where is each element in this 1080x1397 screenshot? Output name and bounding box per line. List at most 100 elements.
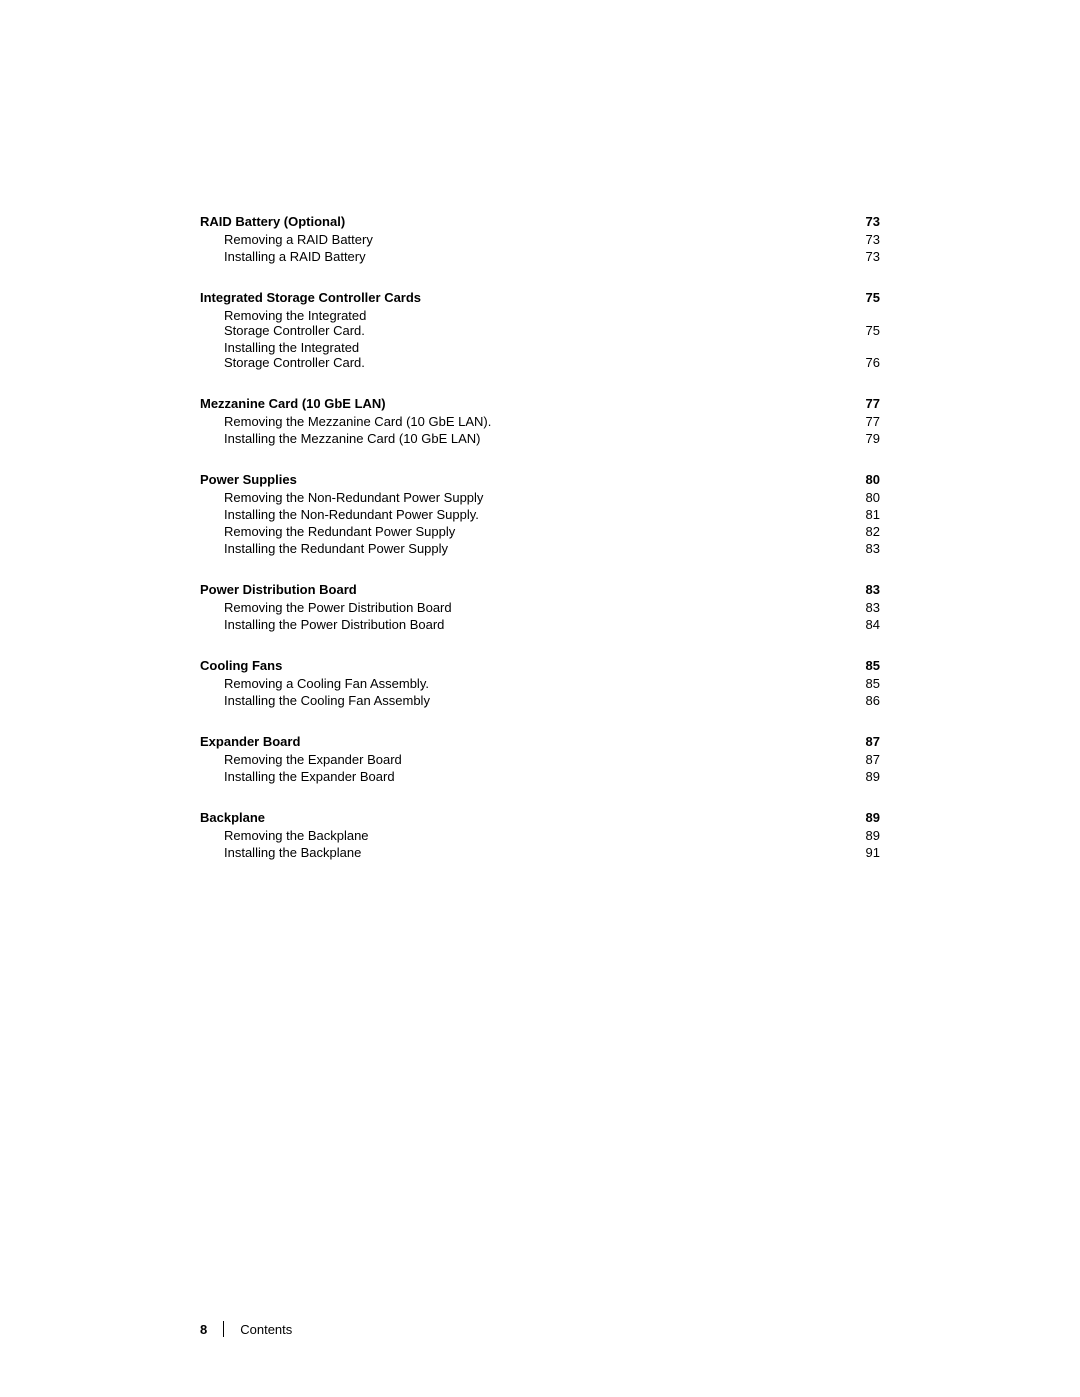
toc-title-raid-battery: RAID Battery (Optional) — [200, 214, 345, 229]
footer: 8 Contents — [200, 1321, 880, 1337]
toc-subitem-text-installing-integrated-storage: Installing the IntegratedStorage Control… — [224, 340, 365, 370]
toc-dots-cooling-fans — [285, 669, 849, 670]
toc-subitem-installing-pdb: Installing the Power Distribution Board8… — [200, 617, 880, 632]
toc-dots-installing-raid-battery — [369, 260, 849, 261]
toc-dots-power-supplies — [300, 483, 849, 484]
toc-subitem-text-removing-expander: Removing the Expander Board — [224, 752, 402, 767]
toc-page-expander-board: 87 — [852, 734, 880, 749]
toc-subitem-installing-raid-battery: Installing a RAID Battery73 — [200, 249, 880, 264]
toc-section-cooling-fans: Cooling Fans 85 — [200, 658, 880, 673]
toc-subitem-text-removing-integrated-storage: Removing the IntegratedStorage Controlle… — [224, 308, 366, 338]
toc-subitem-text-installing-pdb: Installing the Power Distribution Board — [224, 617, 444, 632]
toc-page-installing-backplane: 91 — [852, 845, 880, 860]
toc-dots-installing-redundant — [451, 552, 849, 553]
toc-subitem-text-removing-cooling-fan: Removing a Cooling Fan Assembly. — [224, 676, 429, 691]
toc-subitem-text-removing-mezzanine: Removing the Mezzanine Card (10 GbE LAN)… — [224, 414, 491, 429]
toc-dots-removing-cooling-fan — [432, 687, 849, 688]
toc-dots-removing-pdb — [455, 611, 849, 612]
toc-subitem-removing-backplane: Removing the Backplane 89 — [200, 828, 880, 843]
toc-dots-integrated-storage — [424, 301, 849, 302]
toc-subitem-text-removing-backplane: Removing the Backplane — [224, 828, 369, 843]
toc-title-power-supplies: Power Supplies — [200, 472, 297, 487]
toc-subitem-removing-mezzanine: Removing the Mezzanine Card (10 GbE LAN)… — [200, 414, 880, 429]
toc-section-backplane: Backplane 89 — [200, 810, 880, 825]
content-area: RAID Battery (Optional)73Removing a RAID… — [0, 0, 1080, 1397]
toc-dots-installing-non-redundant — [482, 518, 849, 519]
toc-section-power-distribution: Power Distribution Board83 — [200, 582, 880, 597]
toc-subitem-removing-cooling-fan: Removing a Cooling Fan Assembly. 85 — [200, 676, 880, 691]
toc-title-cooling-fans: Cooling Fans — [200, 658, 282, 673]
toc-title-power-distribution: Power Distribution Board — [200, 582, 357, 597]
toc-title-integrated-storage: Integrated Storage Controller Cards — [200, 290, 421, 305]
toc-subitem-text-removing-raid-battery: Removing a RAID Battery — [224, 232, 373, 247]
toc-title-backplane: Backplane — [200, 810, 265, 825]
toc-section-expander-board: Expander Board87 — [200, 734, 880, 749]
toc-dots-installing-integrated-storage — [368, 366, 849, 367]
toc-page-removing-backplane: 89 — [852, 828, 880, 843]
toc-dots-raid-battery — [348, 225, 849, 226]
toc-page-removing-redundant: 82 — [852, 524, 880, 539]
toc-title-mezzanine-card: Mezzanine Card (10 GbE LAN) — [200, 396, 386, 411]
toc-dots-mezzanine-card — [389, 407, 849, 408]
toc-dots-installing-pdb — [447, 628, 849, 629]
footer-section-label: Contents — [240, 1322, 292, 1337]
toc-section-power-supplies: Power Supplies 80 — [200, 472, 880, 487]
toc-subitem-text-installing-expander: Installing the Expander Board — [224, 769, 395, 784]
toc-dots-power-distribution — [360, 593, 849, 594]
toc-subitem-text-removing-pdb: Removing the Power Distribution Board — [224, 600, 452, 615]
toc-dots-expander-board — [303, 745, 849, 746]
toc-page-mezzanine-card: 77 — [852, 396, 880, 411]
toc-dots-installing-backplane — [364, 856, 849, 857]
toc-dots-installing-cooling-fan — [433, 704, 849, 705]
toc-subitem-removing-integrated-storage: Removing the IntegratedStorage Controlle… — [200, 308, 880, 338]
toc-container: RAID Battery (Optional)73Removing a RAID… — [200, 214, 880, 860]
toc-subitem-removing-raid-battery: Removing a RAID Battery 73 — [200, 232, 880, 247]
toc-page-raid-battery: 73 — [852, 214, 880, 229]
toc-subitem-text-installing-mezzanine: Installing the Mezzanine Card (10 GbE LA… — [224, 431, 481, 446]
toc-dots-installing-expander — [398, 780, 849, 781]
toc-section-mezzanine-card: Mezzanine Card (10 GbE LAN) 77 — [200, 396, 880, 411]
toc-page-removing-pdb: 83 — [852, 600, 880, 615]
toc-page-installing-non-redundant: 81 — [852, 507, 880, 522]
toc-dots-removing-expander — [405, 763, 849, 764]
toc-subitem-text-installing-redundant: Installing the Redundant Power Supply — [224, 541, 448, 556]
toc-section-raid-battery: RAID Battery (Optional) 73 — [200, 214, 880, 229]
toc-subitem-removing-expander: Removing the Expander Board 87 — [200, 752, 880, 767]
toc-page-installing-raid-battery: 73 — [852, 249, 880, 264]
toc-subitem-removing-redundant: Removing the Redundant Power Supply 82 — [200, 524, 880, 539]
toc-page-installing-expander: 89 — [852, 769, 880, 784]
toc-page-installing-redundant: 83 — [852, 541, 880, 556]
toc-page-installing-cooling-fan: 86 — [852, 693, 880, 708]
toc-dots-installing-mezzanine — [484, 442, 849, 443]
toc-subitem-installing-cooling-fan: Installing the Cooling Fan Assembly86 — [200, 693, 880, 708]
toc-dots-removing-mezzanine — [494, 425, 849, 426]
toc-page-integrated-storage: 75 — [852, 290, 880, 305]
toc-subitem-removing-non-redundant: Removing the Non-Redundant Power Supply 8… — [200, 490, 880, 505]
toc-dots-removing-non-redundant — [486, 501, 849, 502]
toc-page-power-supplies: 80 — [852, 472, 880, 487]
toc-subitem-installing-integrated-storage: Installing the IntegratedStorage Control… — [200, 340, 880, 370]
toc-dots-removing-backplane — [372, 839, 849, 840]
toc-subitem-text-installing-non-redundant: Installing the Non-Redundant Power Suppl… — [224, 507, 479, 522]
toc-page-removing-raid-battery: 73 — [852, 232, 880, 247]
toc-page-removing-integrated-storage: 75 — [852, 323, 880, 338]
toc-subitem-installing-redundant: Installing the Redundant Power Supply 83 — [200, 541, 880, 556]
toc-dots-removing-redundant — [458, 535, 849, 536]
toc-page-backplane: 89 — [852, 810, 880, 825]
toc-subitem-installing-expander: Installing the Expander Board 89 — [200, 769, 880, 784]
toc-subitem-installing-backplane: Installing the Backplane91 — [200, 845, 880, 860]
footer-divider — [223, 1321, 224, 1337]
toc-subitem-installing-non-redundant: Installing the Non-Redundant Power Suppl… — [200, 507, 880, 522]
toc-page-installing-mezzanine: 79 — [852, 431, 880, 446]
toc-page-removing-mezzanine: 77 — [852, 414, 880, 429]
toc-page-removing-cooling-fan: 85 — [852, 676, 880, 691]
toc-dots-backplane — [268, 821, 849, 822]
toc-section-integrated-storage: Integrated Storage Controller Cards 75 — [200, 290, 880, 305]
toc-page-removing-non-redundant: 80 — [852, 490, 880, 505]
toc-subitem-text-removing-non-redundant: Removing the Non-Redundant Power Supply — [224, 490, 483, 505]
toc-dots-removing-raid-battery — [376, 243, 849, 244]
toc-subitem-removing-pdb: Removing the Power Distribution Board 83 — [200, 600, 880, 615]
toc-page-cooling-fans: 85 — [852, 658, 880, 673]
toc-subitem-text-removing-redundant: Removing the Redundant Power Supply — [224, 524, 455, 539]
toc-page-removing-expander: 87 — [852, 752, 880, 767]
